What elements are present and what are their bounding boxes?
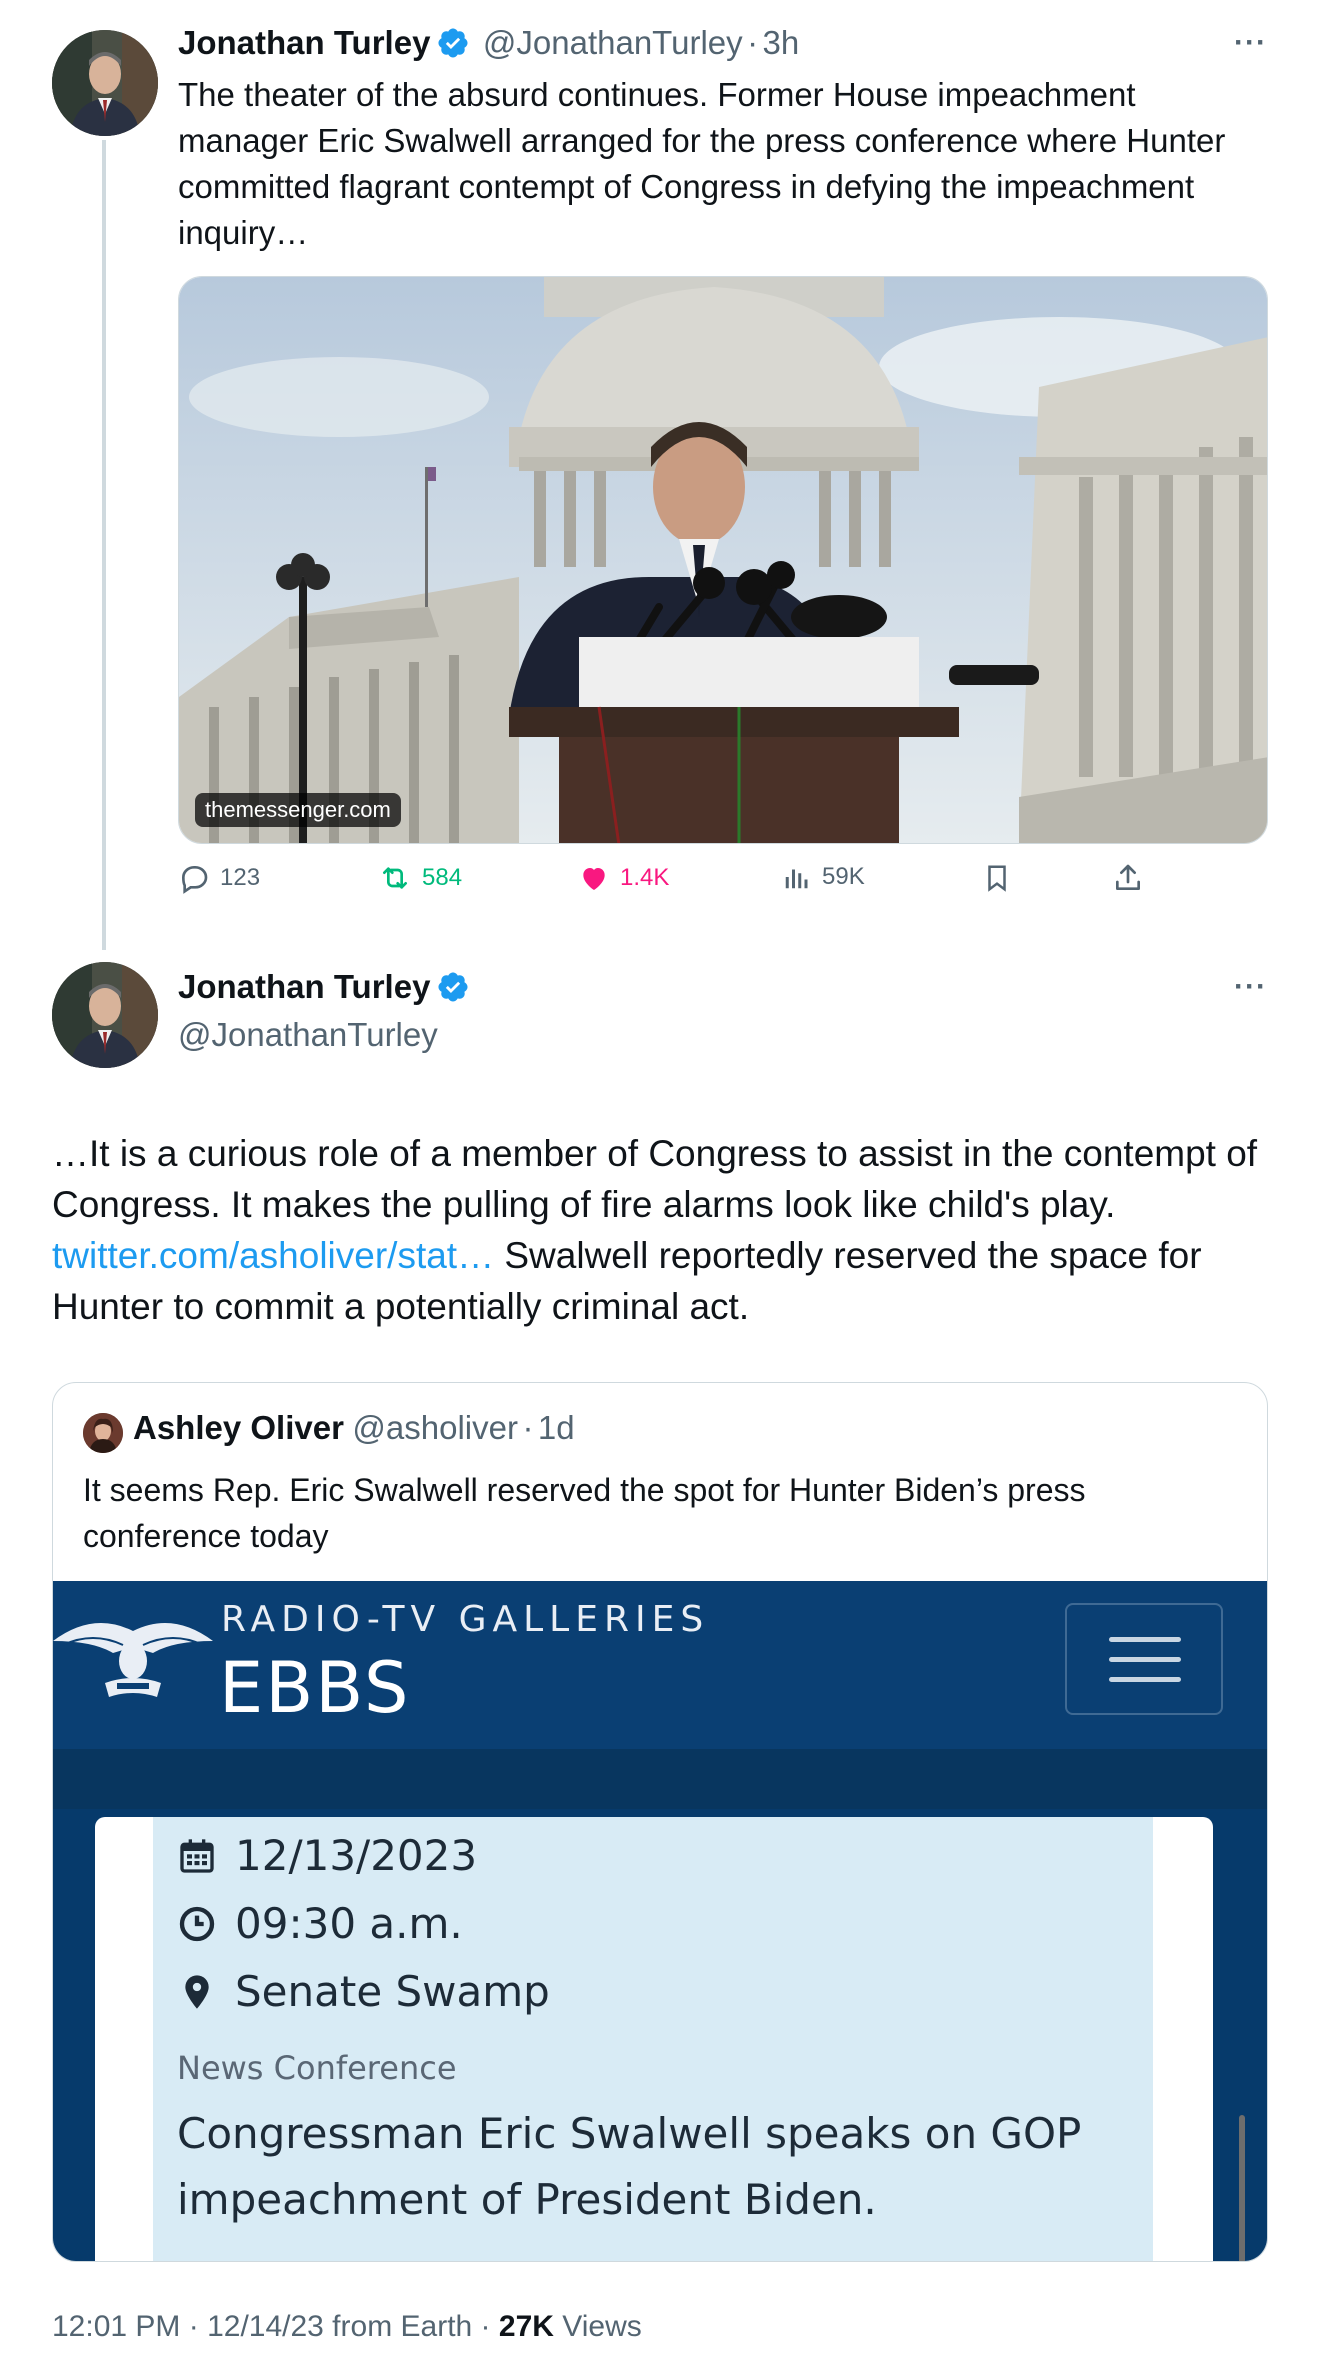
tweet2-name-row: Jonathan Turley [178,968,470,1006]
more-icon[interactable]: ··· [1234,970,1267,1004]
card-scrollbar [1239,2115,1245,2261]
author-handle[interactable]: @JonathanTurley [178,1016,438,1054]
ebbs-title: EBBS [219,1647,411,1729]
quoted-tweet-text: It seems Rep. Eric Swalwell reserved the… [83,1472,1086,1554]
repost-count: 584 [422,864,463,891]
thread-connector-line [102,140,106,950]
views-count: 59K [822,863,865,890]
event-location: Senate Swamp [235,1967,550,2016]
like-count: 1.4K [620,864,670,891]
views-button[interactable]: 59K [782,862,865,892]
views-total: 27K [498,2310,554,2343]
tweet-text: …It is a curious role of a member of Con… [52,1128,1292,1332]
author-handle[interactable]: @JonathanTurley [483,24,743,61]
media-domain-badge: themessenger.com [195,793,401,827]
event-description: Congressman Eric Swalwell speaks on GOP … [177,2109,1082,2224]
repost-button[interactable]: 584 [378,862,462,894]
event-time-row: 09:30 a.m. [177,1899,463,1948]
tweet-text-part1: …It is a curious role of a member of Con… [52,1133,1258,1225]
author-name[interactable]: Jonathan Turley [178,24,430,61]
verified-badge-icon [436,970,470,1004]
ebbs-strip [53,1749,1267,1809]
author-name[interactable]: Jonathan Turley [178,968,430,1005]
ebbs-subtitle: RADIO-TV GALLERIES [221,1599,710,1640]
verified-badge-icon [436,26,470,60]
clock-icon [179,1906,215,1941]
event-card: 12/13/2023 09:30 a.m. Senate Swamp News … [95,1817,1245,2261]
quoted-author-avatar [83,1413,123,1453]
views-label: Views [553,2310,642,2343]
share-button[interactable] [1112,862,1144,894]
reply-button[interactable]: 123 [178,862,260,894]
separator-dot: · [522,1409,534,1446]
quoted-media-screenshot: RADIO-TV GALLERIES EBBS 12/13/2023 09:30… [53,1581,1267,2261]
reply-icon [181,866,208,894]
eagle-logo-icon [53,1601,213,1716]
tweet1-header: Jonathan Turley @JonathanTurley · 3h [178,24,799,62]
share-icon [1116,864,1140,890]
like-icon [583,868,605,890]
event-location-row: Senate Swamp [177,1967,550,2016]
bookmark-button[interactable] [982,862,1012,894]
ebbs-header: RADIO-TV GALLERIES EBBS [53,1581,1267,1749]
tweet-text: The theater of the absurd continues. For… [178,76,1226,251]
quoted-tweet-time: 1d [537,1409,575,1446]
event-date: 12/13/2023 [235,1831,478,1880]
bookmark-icon [988,865,1006,892]
calendar-icon [180,1838,214,1873]
event-date-row: 12/13/2023 [177,1831,477,1880]
tweet-time[interactable]: 3h [763,24,800,61]
quoted-author-handle: @asholiver [352,1409,518,1446]
quoted-author-name: Ashley Oliver [133,1409,344,1446]
tweet-action-bar: 123 584 1.4K 59K [178,862,1268,906]
separator-dot: · [747,24,759,61]
event-category: News Conference [177,2049,457,2087]
hamburger-menu-icon [1065,1603,1223,1715]
repost-icon [383,867,407,889]
like-button[interactable]: 1.4K [578,862,669,894]
location-pin-icon [185,1974,209,2009]
quoted-header: Ashley Oliver @asholiver · 1d [133,1409,575,1447]
quoted-tweet-card[interactable]: Ashley Oliver @asholiver · 1d It seems R… [52,1382,1268,2262]
event-card-inner: 12/13/2023 09:30 a.m. Senate Swamp News … [153,1817,1153,2261]
views-icon [785,869,808,889]
event-time: 09:30 a.m. [235,1899,463,1948]
author-avatar[interactable] [52,30,158,136]
author-avatar[interactable] [52,962,158,1068]
tweet-timestamp[interactable]: 12:01 PM · 12/14/23 from Earth · [52,2310,499,2343]
tweet-media-card[interactable]: themessenger.com [178,276,1268,844]
tweet-link[interactable]: twitter.com/asholiver/stat… [52,1235,494,1276]
more-icon[interactable]: ··· [1234,26,1267,60]
tweet-meta: 12:01 PM · 12/14/23 from Earth · 27K Vie… [52,2310,642,2344]
reply-count: 123 [220,864,261,891]
